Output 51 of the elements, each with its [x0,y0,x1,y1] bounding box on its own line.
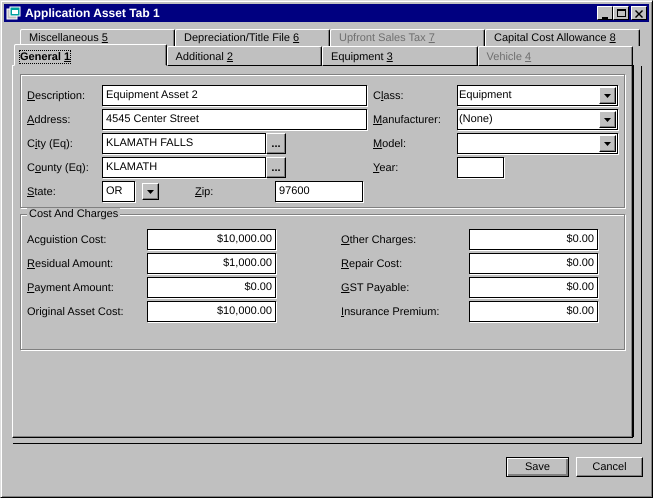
dialog-button[interactable]: Cancel [576,457,643,477]
tab[interactable]: Capital Cost Allowance 8 [485,29,640,46]
amount-field[interactable]: $0.00 [469,277,598,298]
field-label: Zip: [195,186,214,198]
group-title: Cost And Charges [27,208,120,220]
browse-button[interactable]: ... [266,133,286,154]
field-label: Original Asset Cost: [27,306,125,318]
amount-field[interactable]: $10,000.00 [147,229,276,250]
minimize-icon[interactable] [597,6,613,20]
field-label: Model: [373,138,408,150]
field-label: Manufacturer: [373,114,442,126]
state-field[interactable]: OR [102,181,135,202]
field-label: City (Eq): [27,138,74,150]
amount-field[interactable]: $1,000.00 [147,253,276,274]
field-label: Address: [27,114,72,126]
field-label: Other Charges: [341,234,418,246]
amount-field[interactable]: $0.00 [469,253,598,274]
field-label: Description: [27,90,86,102]
amount-field[interactable]: $0.00 [147,277,276,298]
zip-field[interactable]: 97600 [275,181,363,202]
field-label: Year: [373,162,400,174]
dropdown[interactable] [457,133,618,154]
window-title: Application Asset Tab 1 [25,6,161,20]
field-label: Residual Amount: [27,258,114,270]
tab[interactable]: General 1 [14,44,166,66]
dialog-button[interactable]: Save [506,457,569,477]
amount-field[interactable]: $0.00 [469,301,598,322]
amount-field[interactable]: $10,000.00 [147,301,276,322]
text-field[interactable]: KLAMATH FALLS [102,133,266,154]
field-label: GST Payable: [341,282,410,294]
tab[interactable]: Additional 2 [166,46,322,66]
field-label: Payment Amount: [27,282,115,294]
tab[interactable]: Equipment 3 [322,46,478,66]
field-label: County (Eq): [27,162,90,174]
field-label: State: [27,186,57,198]
browse-button[interactable]: ... [266,157,286,178]
maximize-icon[interactable] [613,6,629,20]
field-label: Insurance Premium: [341,306,440,318]
text-field[interactable]: Equipment Asset 2 [102,85,367,106]
field-label: Repair Cost: [341,258,404,270]
dropdown[interactable]: Equipment [457,85,618,106]
dropdown[interactable]: (None) [457,109,618,130]
text-field[interactable]: 4545 Center Street [102,109,367,130]
field-label: Acguistion Cost: [27,234,108,246]
close-icon[interactable] [631,6,647,20]
tab[interactable]: Depreciation/Title File 6 [175,29,330,46]
text-field[interactable]: KLAMATH [102,157,266,178]
year-field[interactable] [457,157,504,178]
amount-field[interactable]: $0.00 [469,229,598,250]
app-icon [6,6,22,20]
field-label: Class: [373,90,405,102]
